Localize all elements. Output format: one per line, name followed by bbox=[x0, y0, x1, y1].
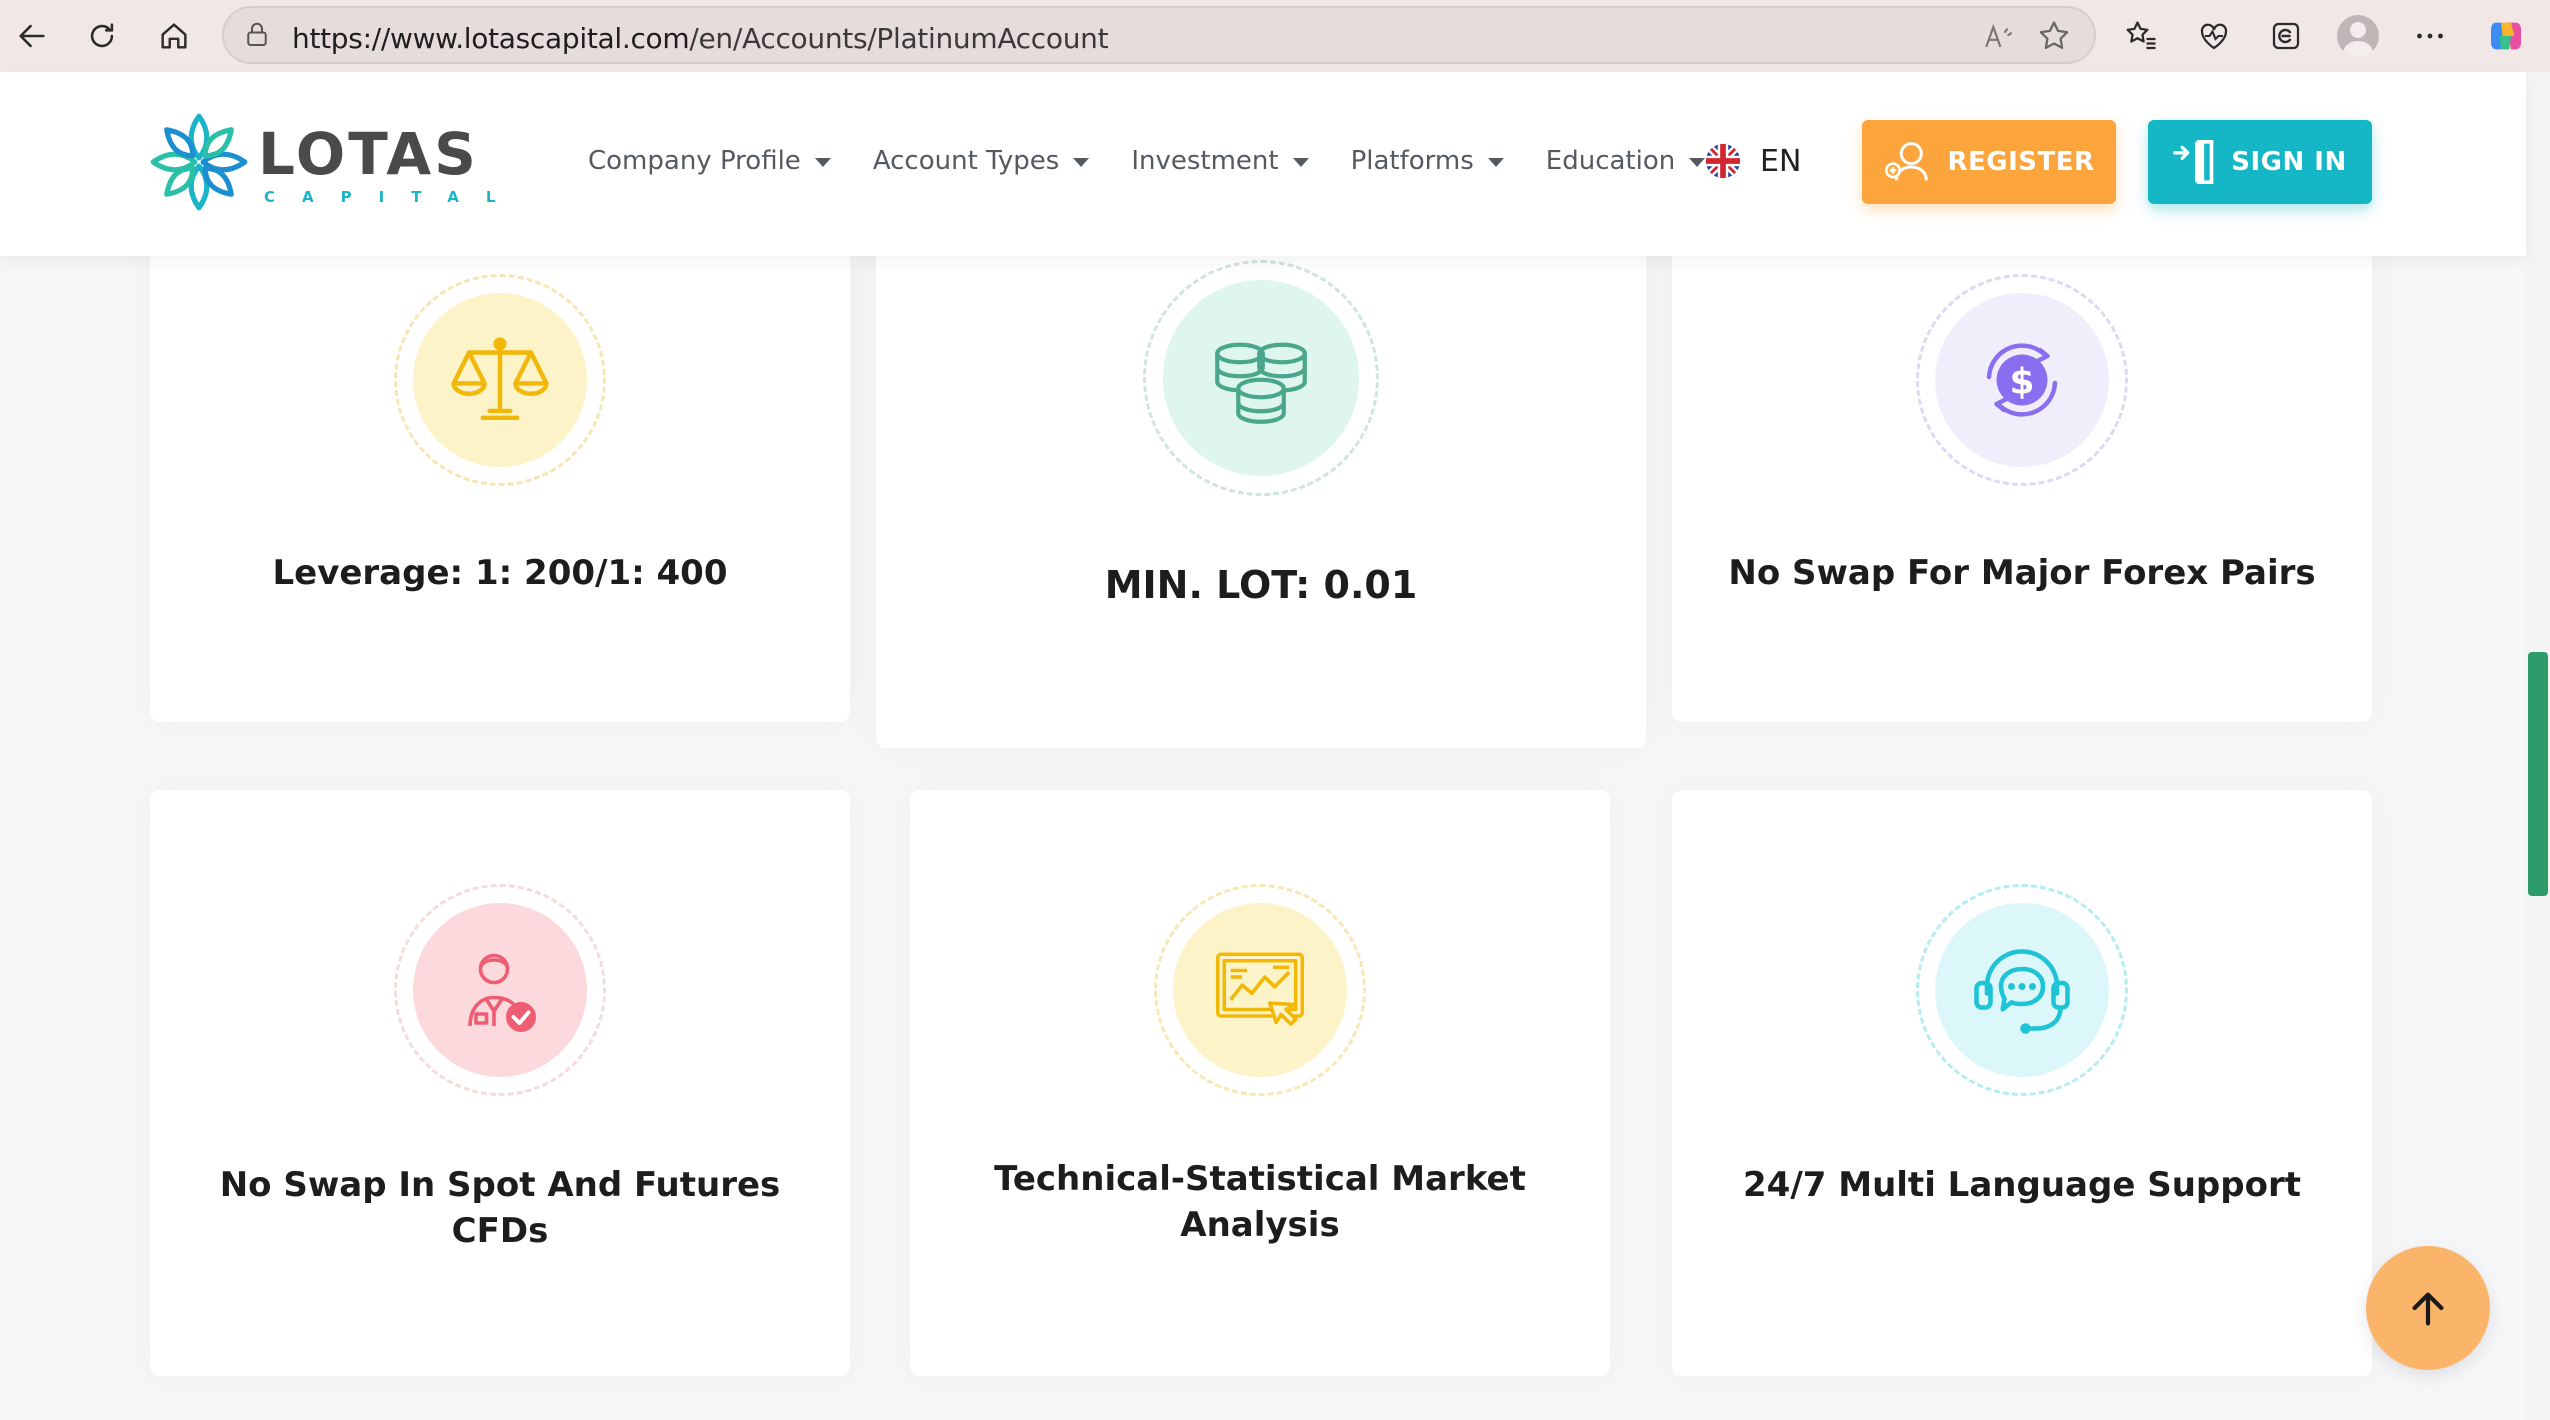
back-to-top-button[interactable] bbox=[2366, 1246, 2490, 1370]
menu-label: Investment bbox=[1131, 146, 1279, 176]
language-code: EN bbox=[1760, 143, 1802, 179]
favorites-icon[interactable] bbox=[2116, 10, 2168, 62]
feature-card-no-swap-cfds: No Swap In Spot And Futures CFDs bbox=[150, 790, 850, 1376]
icon-ring bbox=[394, 884, 606, 1096]
scale-icon bbox=[451, 337, 549, 421]
icon-disc bbox=[1935, 903, 2109, 1077]
back-icon[interactable] bbox=[4, 8, 60, 64]
collections-icon[interactable] bbox=[2260, 10, 2312, 62]
menu-platforms[interactable]: Platforms bbox=[1351, 146, 1504, 176]
main-menu: Company Profile Account Types Investment… bbox=[588, 146, 1747, 176]
feature-card-market-analysis: Technical-Statistical Market Analysis bbox=[910, 790, 1610, 1376]
icon-disc bbox=[1163, 280, 1359, 476]
feature-card-min-lot: MIN. LOT: 0.01 bbox=[876, 220, 1646, 748]
menu-education[interactable]: Education bbox=[1545, 146, 1706, 176]
menu-investment[interactable]: Investment bbox=[1131, 146, 1309, 176]
copilot-icon[interactable] bbox=[2480, 10, 2532, 62]
icon-disc bbox=[413, 903, 587, 1077]
home-icon[interactable] bbox=[146, 8, 202, 64]
health-icon[interactable] bbox=[2188, 10, 2240, 62]
caret-down-icon bbox=[1292, 157, 1309, 167]
more-options-icon[interactable] bbox=[2404, 10, 2456, 62]
menu-label: Education bbox=[1545, 146, 1676, 176]
icon-ring bbox=[1916, 884, 2128, 1096]
icon-disc bbox=[413, 293, 587, 467]
sign-in-button[interactable]: SIGN IN bbox=[2148, 120, 2372, 204]
favorite-star-icon[interactable] bbox=[2036, 18, 2072, 59]
menu-label: Platforms bbox=[1350, 146, 1474, 176]
menu-company-profile[interactable]: Company Profile bbox=[588, 146, 831, 176]
scrollbar-thumb[interactable] bbox=[2528, 652, 2548, 896]
caret-down-icon bbox=[814, 157, 831, 167]
menu-label: Account Types bbox=[872, 146, 1060, 176]
uk-flag-icon bbox=[1705, 143, 1741, 179]
svg-text:$: $ bbox=[2009, 362, 2034, 403]
icon-disc bbox=[1173, 903, 1347, 1077]
caret-down-icon bbox=[1689, 157, 1706, 167]
site-header: LOTAS CAPITAL Company Profile Account Ty… bbox=[0, 72, 2526, 256]
feature-card-support: 24/7 Multi Language Support bbox=[1672, 790, 2372, 1376]
feature-title: 24/7 Multi Language Support bbox=[1743, 1165, 2301, 1205]
add-user-icon bbox=[1885, 142, 1929, 181]
lotas-logo[interactable]: LOTAS CAPITAL bbox=[146, 110, 495, 214]
language-selector[interactable]: EN bbox=[1704, 142, 1801, 180]
menu-label: Company Profile bbox=[588, 146, 801, 176]
sign-in-icon bbox=[2173, 140, 2214, 184]
feature-title: No Swap In Spot And Futures CFDs bbox=[219, 1165, 781, 1251]
caret-down-icon bbox=[1073, 157, 1090, 167]
refresh-icon[interactable] bbox=[74, 8, 130, 64]
feature-card-leverage: Leverage: 1: 200/1: 400 bbox=[150, 220, 850, 722]
feature-title: Leverage: 1: 200/1: 400 bbox=[272, 553, 728, 593]
caret-down-icon bbox=[1487, 157, 1504, 167]
brand-tagline: CAPITAL bbox=[264, 188, 523, 206]
lotus-flower-icon bbox=[150, 113, 248, 211]
sign-in-label: SIGN IN bbox=[2231, 147, 2347, 177]
analysis-screen-icon bbox=[1215, 952, 1305, 1026]
menu-account-types[interactable]: Account Types bbox=[873, 146, 1090, 176]
arrow-up-icon bbox=[2412, 1292, 2444, 1326]
browser-toolbar: https://www.lotascapital.com/en/Accounts… bbox=[0, 0, 2550, 72]
lock-icon[interactable] bbox=[242, 20, 272, 55]
coins-icon bbox=[1215, 342, 1307, 424]
address-bar[interactable]: https://www.lotascapital.com/en/Accounts… bbox=[222, 6, 2096, 64]
icon-ring bbox=[1154, 884, 1366, 1096]
feature-title: No Swap For Major Forex Pairs bbox=[1728, 553, 2316, 593]
feature-card-no-swap-forex: $ No Swap For Major Forex Pairs bbox=[1672, 220, 2372, 722]
feature-title: MIN. LOT: 0.01 bbox=[1104, 563, 1418, 607]
icon-ring bbox=[1143, 260, 1379, 496]
support-headset-icon bbox=[1974, 949, 2070, 1034]
read-aloud-icon[interactable] bbox=[1982, 20, 2016, 59]
register-label: REGISTER bbox=[1947, 147, 2095, 177]
icon-disc: $ bbox=[1935, 293, 2109, 467]
icon-ring bbox=[394, 274, 606, 486]
feature-title: Technical-Statistical Market Analysis bbox=[994, 1159, 1526, 1245]
dollar-exchange-icon: $ bbox=[1986, 343, 2058, 417]
icon-ring: $ bbox=[1916, 274, 2128, 486]
register-button[interactable]: REGISTER bbox=[1862, 120, 2116, 204]
url-text[interactable]: https://www.lotascapital.com/en/Accounts… bbox=[292, 22, 1109, 55]
brand-name: LOTAS bbox=[258, 120, 479, 188]
profile-avatar-icon[interactable] bbox=[2332, 10, 2384, 62]
verified-user-icon bbox=[468, 953, 536, 1032]
